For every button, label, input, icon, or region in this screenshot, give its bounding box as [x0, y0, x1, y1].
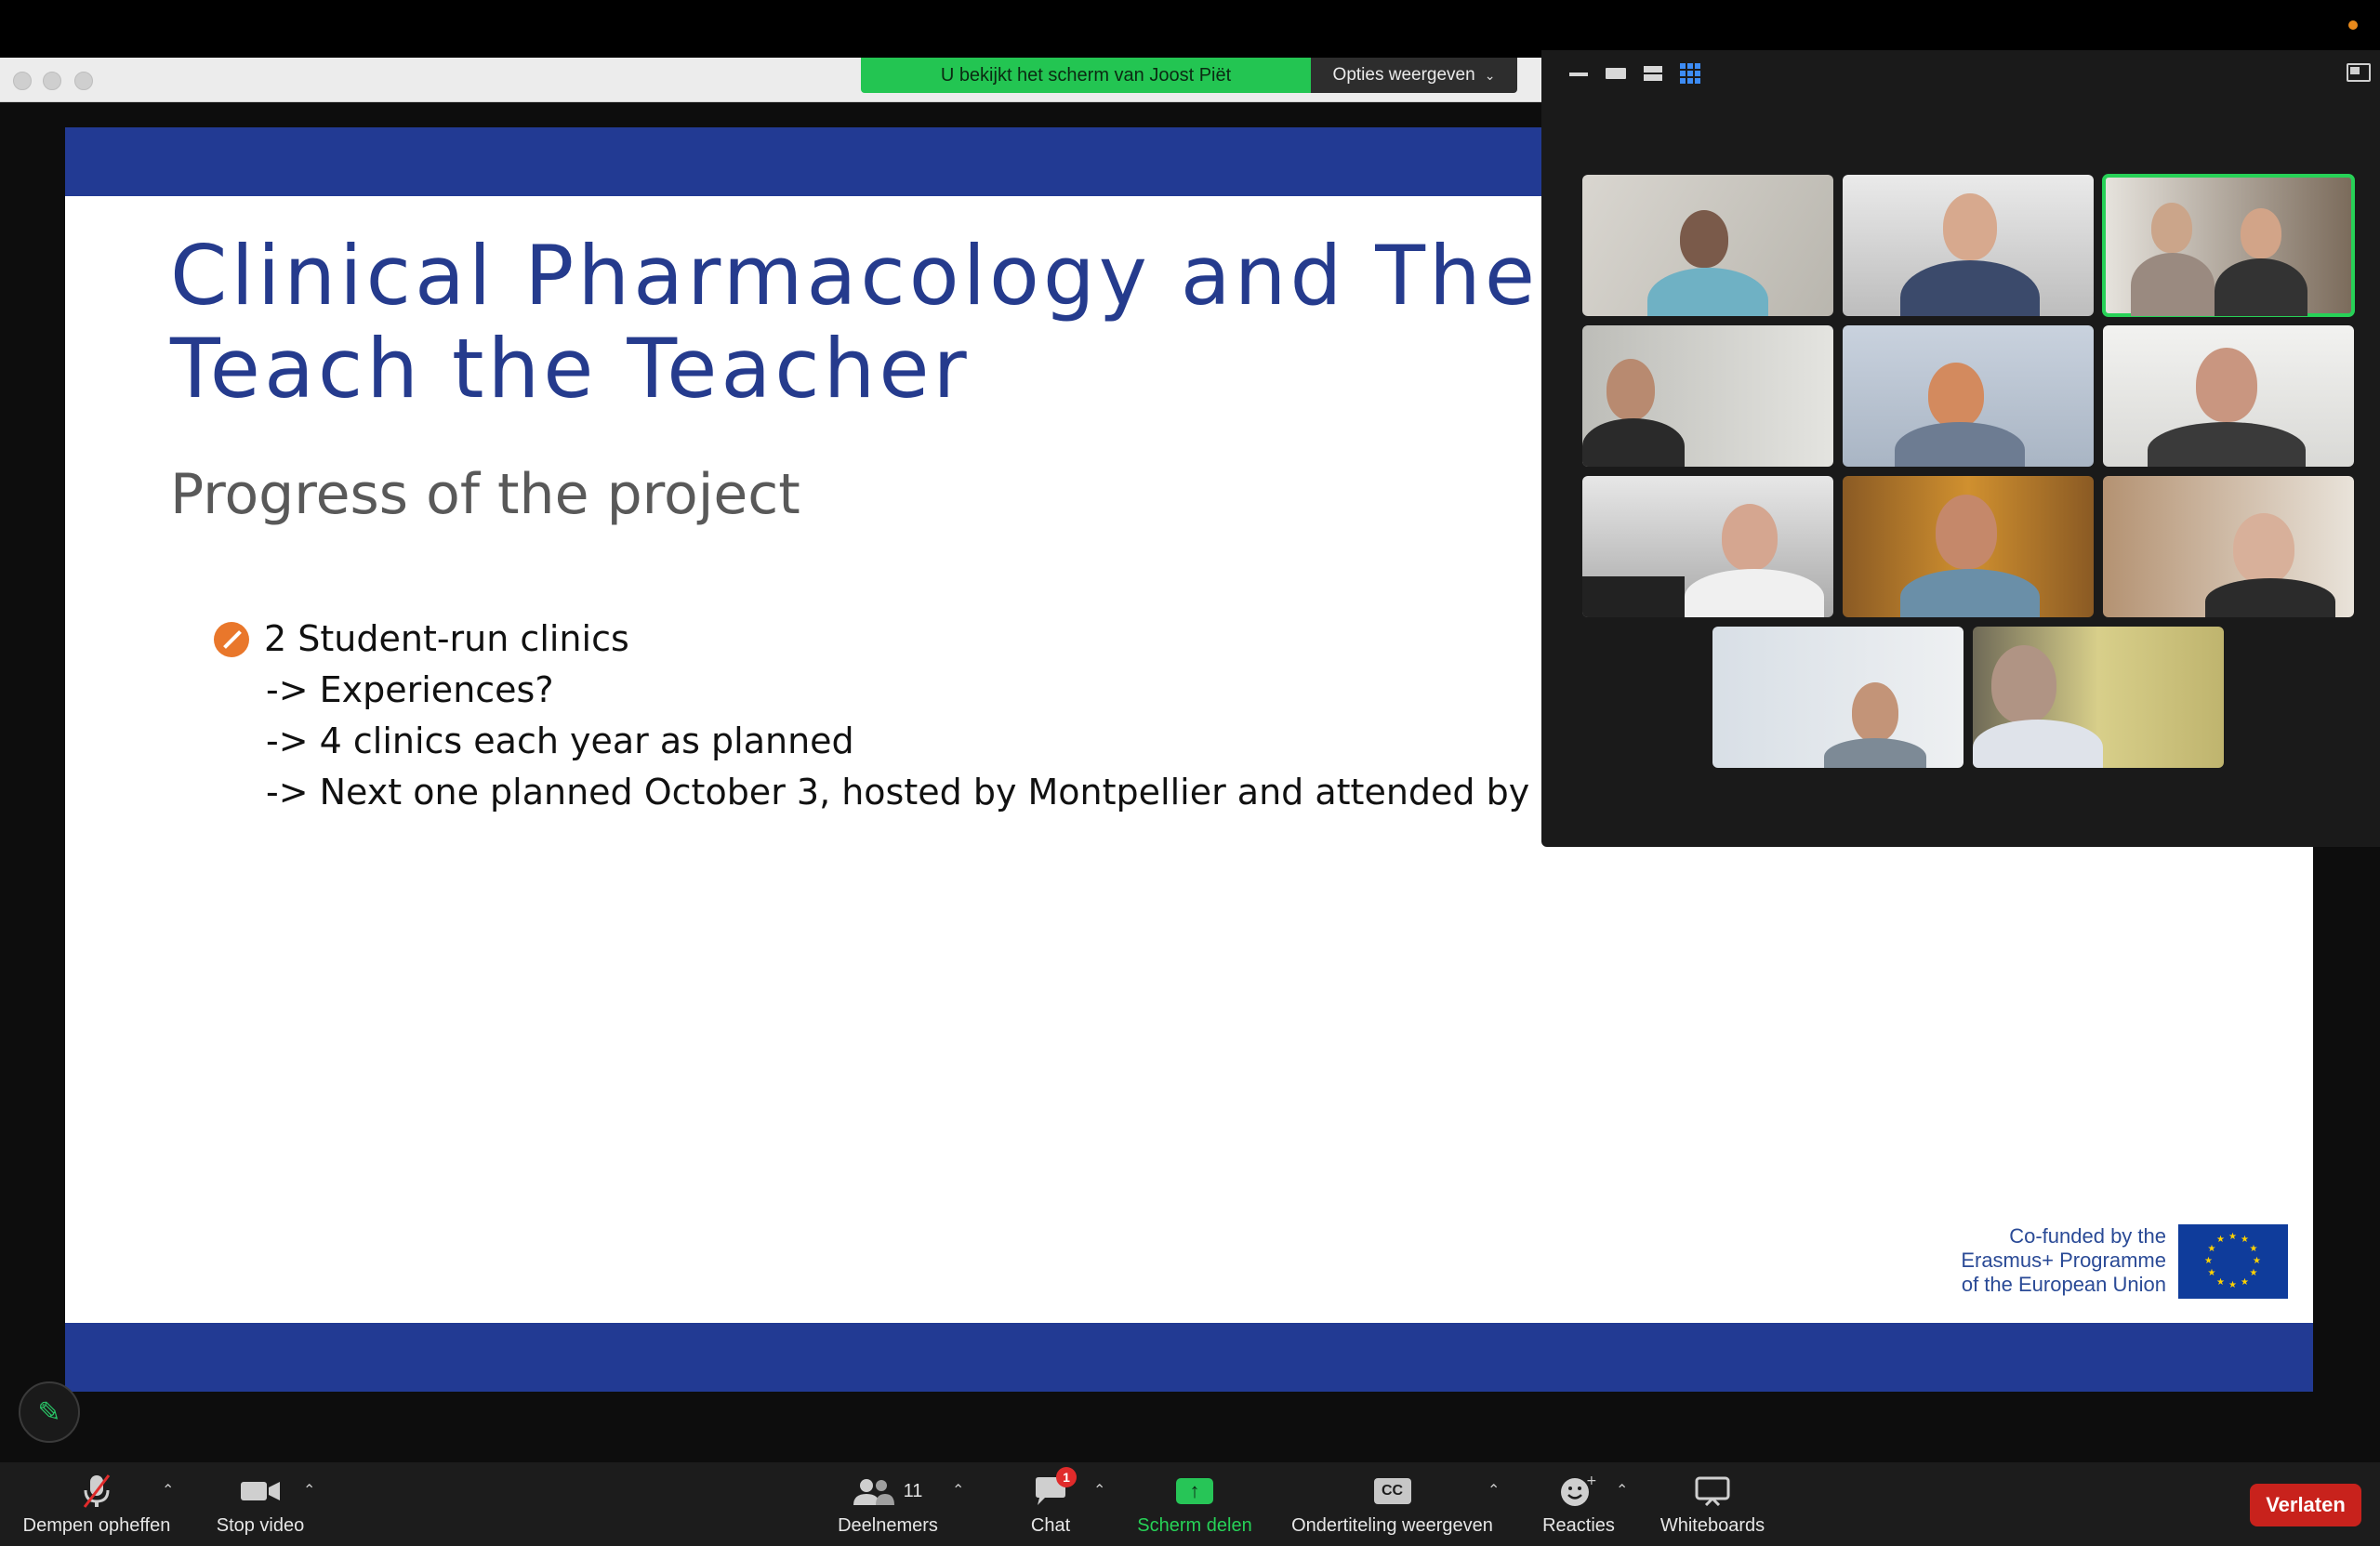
chat-label: Chat [1030, 1515, 1071, 1536]
whiteboard-icon [1695, 1473, 1730, 1510]
chat-bubble-icon: 1 [1034, 1467, 1077, 1510]
stop-video-button[interactable]: Stop video [205, 1462, 316, 1546]
participant-video-tile-active-speaker[interactable] [2102, 174, 2355, 317]
video-options-caret-icon[interactable]: ⌃ [303, 1481, 315, 1500]
participants-options-caret-icon[interactable]: ⌃ [952, 1481, 964, 1500]
captions-options-caret-icon[interactable]: ⌃ [1488, 1481, 1500, 1500]
pen-icon: ✎ [37, 1396, 61, 1428]
microphone-muted-icon [81, 1473, 112, 1510]
participants-label: Deelnemers [838, 1515, 938, 1536]
captions-icon-wrap: CC [1373, 1473, 1411, 1510]
slide-title-line-2: Teach the Teacher [170, 321, 971, 416]
viewing-screen-banner: U bekijkt het scherm van Joost Piët [861, 58, 1311, 93]
audio-options-caret-icon[interactable]: ⌃ [162, 1481, 174, 1500]
participant-video-tile[interactable] [1843, 175, 2094, 316]
meeting-toolbar: Dempen opheffen ⌃ Stop video ⌃ 11 Deelne… [0, 1462, 2380, 1546]
reactions-button[interactable]: + Reacties [1534, 1462, 1623, 1546]
eu-star-icon: ★ [2249, 1268, 2258, 1278]
window-zoom-icon [74, 72, 93, 90]
eu-text-line: Co-funded by the [2009, 1224, 2166, 1248]
captions-label: Ondertiteling weergeven [1291, 1515, 1493, 1536]
participant-video-tile[interactable] [2103, 476, 2354, 617]
top-strip [0, 0, 2380, 58]
view-options-label: Opties weergeven [1332, 65, 1475, 85]
participant-video-tile[interactable] [1582, 325, 1833, 467]
whiteboards-button[interactable]: Whiteboards [1647, 1462, 1778, 1546]
eu-star-icon: ★ [2228, 1232, 2237, 1242]
chevron-down-icon: ⌄ [1484, 67, 1496, 83]
slide-title: Clinical Pharmacology and Ther Teach the… [170, 230, 1576, 416]
slide-bullets: 2 Student-run clinics -> Experiences? ->… [214, 614, 1530, 818]
minimize-icon[interactable] [1567, 65, 1590, 82]
eu-flag-icon: ★ ★ ★ ★ ★ ★ ★ ★ ★ ★ ★ ★ [2178, 1224, 2288, 1299]
eu-star-icon: ★ [2216, 1235, 2225, 1246]
participant-video-tile[interactable] [1973, 627, 2224, 768]
slide-bottom-band [65, 1323, 2313, 1392]
captions-button[interactable]: CC Ondertiteling weergeven [1278, 1462, 1506, 1546]
smiley-plus-icon: + [1560, 1473, 1597, 1510]
participant-video-tile[interactable] [2103, 325, 2354, 467]
strip-view-icon[interactable] [1642, 65, 1664, 82]
whiteboards-label: Whiteboards [1659, 1515, 1765, 1536]
eu-star-icon: ★ [2204, 1256, 2213, 1266]
share-screen-button[interactable]: ↑ Scherm delen [1125, 1462, 1264, 1546]
svg-text:+: + [1586, 1475, 1597, 1488]
chat-options-caret-icon[interactable]: ⌃ [1093, 1481, 1105, 1500]
eu-text-line: of the European Union [1961, 1273, 2166, 1296]
participants-count: 11 [903, 1480, 923, 1501]
eu-star-icon: ★ [2241, 1235, 2249, 1246]
participants-icon: 11 [853, 1473, 923, 1510]
slide-title-line-1: Clinical Pharmacology and Ther [170, 228, 1577, 324]
participants-button[interactable]: 11 Deelnemers [827, 1462, 948, 1546]
participant-video-tile[interactable] [1582, 476, 1833, 617]
eu-funding-text: Co-funded by the Erasmus+ Programme of t… [1924, 1224, 2166, 1297]
view-options-button[interactable]: Opties weergeven ⌄ [1311, 58, 1517, 93]
eu-star-icon: ★ [2253, 1256, 2261, 1266]
eu-star-icon: ★ [2241, 1276, 2249, 1288]
annotate-pen-button[interactable]: ✎ [19, 1381, 80, 1443]
participant-video-tile[interactable] [1843, 476, 2094, 617]
participant-video-tile[interactable] [1712, 627, 1964, 768]
eu-star-icon: ★ [2207, 1244, 2216, 1254]
chat-button[interactable]: 1 Chat [1013, 1462, 1088, 1546]
window-minimize-icon [43, 72, 61, 90]
slide-subtitle: Progress of the project [170, 462, 800, 527]
eu-star-icon: ★ [2249, 1244, 2258, 1254]
speaker-view-icon[interactable] [1605, 65, 1627, 82]
participant-video-tile[interactable] [1582, 175, 1833, 316]
eu-star-icon: ★ [2216, 1276, 2225, 1288]
bullet-text: 2 Student-run clinics [264, 618, 629, 659]
bullet-item: 2 Student-run clinics [214, 614, 1529, 665]
sub-bullet-item: -> 4 clinics each year as planned [266, 720, 854, 761]
leave-meeting-button[interactable]: Verlaten [2250, 1484, 2361, 1526]
reactions-options-caret-icon[interactable]: ⌃ [1616, 1481, 1628, 1500]
pop-out-icon[interactable] [2347, 63, 2371, 82]
orange-bullet-icon [214, 621, 249, 657]
sub-bullet-item: -> Experiences? [266, 669, 554, 710]
eu-star-icon: ★ [2207, 1268, 2216, 1278]
eu-star-icon: ★ [2228, 1280, 2237, 1290]
reactions-label: Reacties [1542, 1515, 1615, 1536]
video-camera-icon [241, 1473, 280, 1510]
unmute-button[interactable]: Dempen opheffen [13, 1462, 180, 1546]
share-screen-label: Scherm delen [1137, 1515, 1252, 1536]
share-screen-icon-wrap: ↑ [1176, 1473, 1213, 1510]
recording-indicator-icon [2348, 20, 2358, 30]
stop-video-label: Stop video [216, 1515, 305, 1536]
video-gallery-panel [1541, 50, 2380, 847]
window-close-icon [13, 72, 32, 90]
chat-unread-badge: 1 [1056, 1467, 1077, 1487]
share-screen-icon: ↑ [1176, 1478, 1213, 1504]
viewing-screen-text: U bekijkt het scherm van Joost Piët [940, 64, 1232, 86]
gallery-view-controls [1567, 63, 1701, 84]
sub-bullet-item: -> Next one planned October 3, hosted by… [266, 772, 1530, 813]
gallery-grid-icon[interactable] [1679, 63, 1701, 84]
eu-text-line: Erasmus+ Programme [1961, 1249, 2166, 1272]
closed-captions-icon: CC [1373, 1478, 1411, 1504]
unmute-label: Dempen opheffen [22, 1515, 171, 1536]
participant-video-tile[interactable] [1843, 325, 2094, 467]
